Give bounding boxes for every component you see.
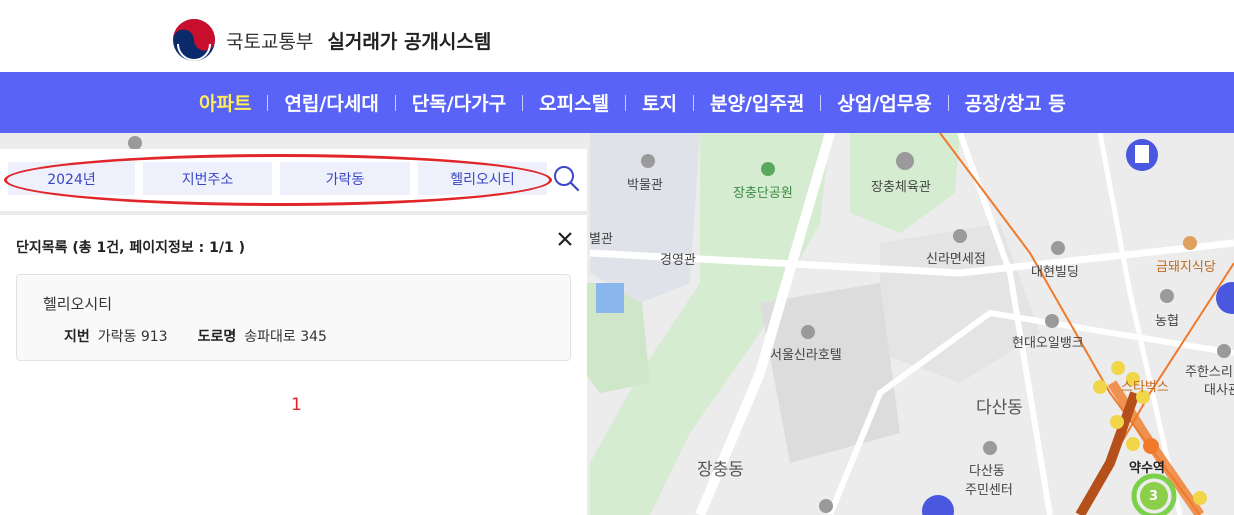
jibun-label: 지번 (64, 329, 90, 345)
map-label: 스타벅스 (1121, 380, 1169, 395)
result-title: 단지목록 (총 1건, 페이지정보 : 1/1 ) (16, 240, 245, 256)
map-label: 다산동 (976, 398, 1023, 418)
dong-select[interactable]: 가락동 (280, 162, 410, 195)
pagination-page-1[interactable]: 1 (291, 395, 302, 415)
map-label: 서울신라호텔 (770, 348, 842, 363)
nav-item-apartment[interactable]: 아파트 (183, 89, 267, 116)
map-label: 대현빌딩 (1031, 265, 1079, 280)
map-label: 대사관 (1204, 383, 1234, 398)
header: 국토교통부 실거래가 공개시스템 (0, 0, 1234, 72)
ministry-name: 국토교통부 (226, 30, 314, 53)
nav-item-presale[interactable]: 분양/입주권 (694, 89, 820, 116)
map-label: 금돼지식당 (1156, 260, 1216, 275)
map-label: 신라면세점 (926, 252, 986, 267)
complex-result-card[interactable]: 헬리오시티 지번 가락동 913 도로명 송파대로 345 (16, 274, 571, 361)
nav-item-detached-house[interactable]: 단독/다가구 (396, 89, 522, 116)
complex-name: 헬리오시티 (43, 295, 113, 313)
complex-select[interactable]: 헬리오시티 (418, 162, 547, 195)
map-label: 경영관 (660, 253, 696, 268)
map-label: 장충체육관 (871, 180, 931, 195)
result-panel: 단지목록 (총 1건, 페이지정보 : 1/1 ) 헬리오시티 지번 가락동 9… (0, 215, 587, 515)
year-select[interactable]: 2024년 (8, 162, 135, 195)
filter-bar: 2024년 지번주소 가락동 헬리오시티 (0, 149, 587, 211)
map-label: 장충단공원 (733, 186, 793, 201)
map-label: 농협 (1155, 314, 1179, 329)
map-label: 주민센터 (965, 483, 1013, 498)
nav-item-commercial[interactable]: 상업/업무용 (821, 89, 947, 116)
nav-item-officetel[interactable]: 오피스텔 (523, 89, 625, 116)
map-label: 주한스리 (1185, 365, 1233, 380)
nav-item-land[interactable]: 토지 (626, 89, 693, 116)
main-nav: 아파트 연립/다세대 단독/다가구 오피스텔 토지 분양/입주권 상업/업무용 … (0, 72, 1234, 133)
road-value: 송파대로 345 (244, 329, 327, 345)
complex-address-row: 지번 가락동 913 도로명 송파대로 345 (64, 326, 327, 346)
jibun-value: 가락동 913 (97, 329, 168, 345)
road-label: 도로명 (197, 329, 237, 345)
ministry-logo (173, 19, 215, 61)
nav-item-row-house[interactable]: 연립/다세대 (268, 89, 394, 116)
map-label: 현대오일뱅크 (1012, 336, 1084, 351)
map-label: 별관 (589, 232, 613, 247)
search-icon[interactable] (551, 163, 581, 193)
close-icon[interactable] (554, 228, 576, 250)
map-label: 약수역 (1129, 461, 1165, 476)
nav-item-factory[interactable]: 공장/창고 등 (949, 89, 1082, 116)
map-label: 다산동 (969, 464, 1005, 479)
map-label: 박물관 (627, 178, 663, 193)
station-badge: 3 (1149, 489, 1159, 504)
map-label: 장충동 (697, 460, 744, 480)
system-name: 실거래가 공개시스템 (327, 30, 492, 53)
ministry-logo-link[interactable]: 국토교통부 실거래가 공개시스템 (172, 17, 491, 63)
address-type-select[interactable]: 지번주소 (143, 162, 272, 195)
